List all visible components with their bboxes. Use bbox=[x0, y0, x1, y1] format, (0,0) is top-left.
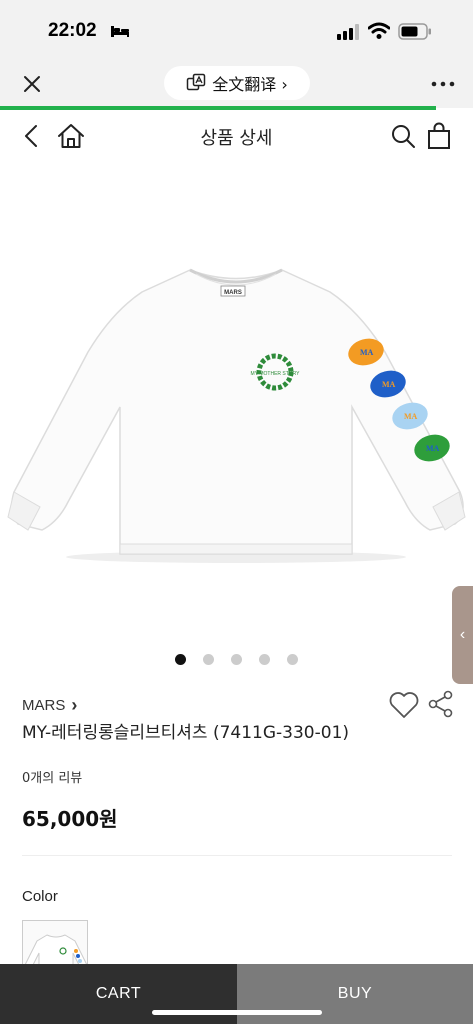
search-icon[interactable] bbox=[390, 123, 416, 149]
battery-icon bbox=[398, 23, 431, 40]
home-indicator bbox=[152, 1010, 322, 1015]
bed-icon bbox=[111, 26, 129, 37]
cart-button[interactable]: CART bbox=[0, 964, 237, 1024]
carousel-dot[interactable] bbox=[203, 654, 214, 665]
product-price: 65,000원 bbox=[22, 807, 118, 831]
brand-name: MARS bbox=[22, 697, 66, 714]
browser-toolbar: 全文翻译 › bbox=[0, 62, 473, 108]
product-name: MY-레터링롱슬리브티셔츠 (7411G-330-01) bbox=[22, 723, 350, 743]
shopping-bag-icon[interactable] bbox=[426, 122, 452, 150]
logo-text: MARS bbox=[224, 290, 242, 296]
brand-link[interactable]: MARS › bbox=[22, 695, 77, 716]
signal-icon bbox=[337, 24, 359, 40]
heart-icon[interactable] bbox=[388, 690, 420, 720]
svg-text:MA: MA bbox=[360, 348, 374, 357]
carousel-indicator bbox=[0, 654, 473, 665]
svg-text:MA: MA bbox=[404, 412, 418, 421]
close-icon[interactable] bbox=[20, 72, 44, 96]
purchase-bar: CART BUY bbox=[0, 964, 473, 1024]
status-time: 22:02 bbox=[48, 20, 97, 41]
chevron-right-icon: › bbox=[71, 695, 78, 715]
translate-icon bbox=[187, 73, 206, 91]
product-image[interactable]: MARS MY MOTHER STORY MA MA MA MA bbox=[0, 162, 473, 642]
share-icon[interactable] bbox=[428, 690, 454, 718]
carousel-dot[interactable] bbox=[287, 654, 298, 665]
side-drawer-tab[interactable]: ‹ bbox=[452, 586, 473, 684]
app-header: 상품 상세 bbox=[0, 110, 473, 162]
carousel-dot[interactable] bbox=[259, 654, 270, 665]
product-tshirt-illustration: MARS MY MOTHER STORY MA MA MA MA bbox=[7, 268, 466, 563]
more-icon[interactable] bbox=[430, 74, 456, 94]
review-count[interactable]: 0개의 리뷰 bbox=[22, 767, 82, 786]
color-option-label: Color bbox=[22, 888, 58, 905]
svg-text:MA: MA bbox=[382, 380, 396, 389]
wifi-icon bbox=[368, 22, 390, 39]
divider bbox=[22, 855, 452, 856]
translate-button[interactable]: 全文翻译 › bbox=[164, 66, 310, 100]
svg-text:MA: MA bbox=[426, 444, 440, 453]
buy-button[interactable]: BUY bbox=[237, 964, 473, 1024]
carousel-dot[interactable] bbox=[175, 654, 186, 665]
translate-label: 全文翻译 › bbox=[212, 75, 288, 94]
status-bar: 22:02 bbox=[0, 0, 473, 62]
print-text: MY MOTHER STORY bbox=[251, 371, 301, 377]
chevron-left-icon: ‹ bbox=[459, 626, 466, 643]
carousel-dot[interactable] bbox=[231, 654, 242, 665]
